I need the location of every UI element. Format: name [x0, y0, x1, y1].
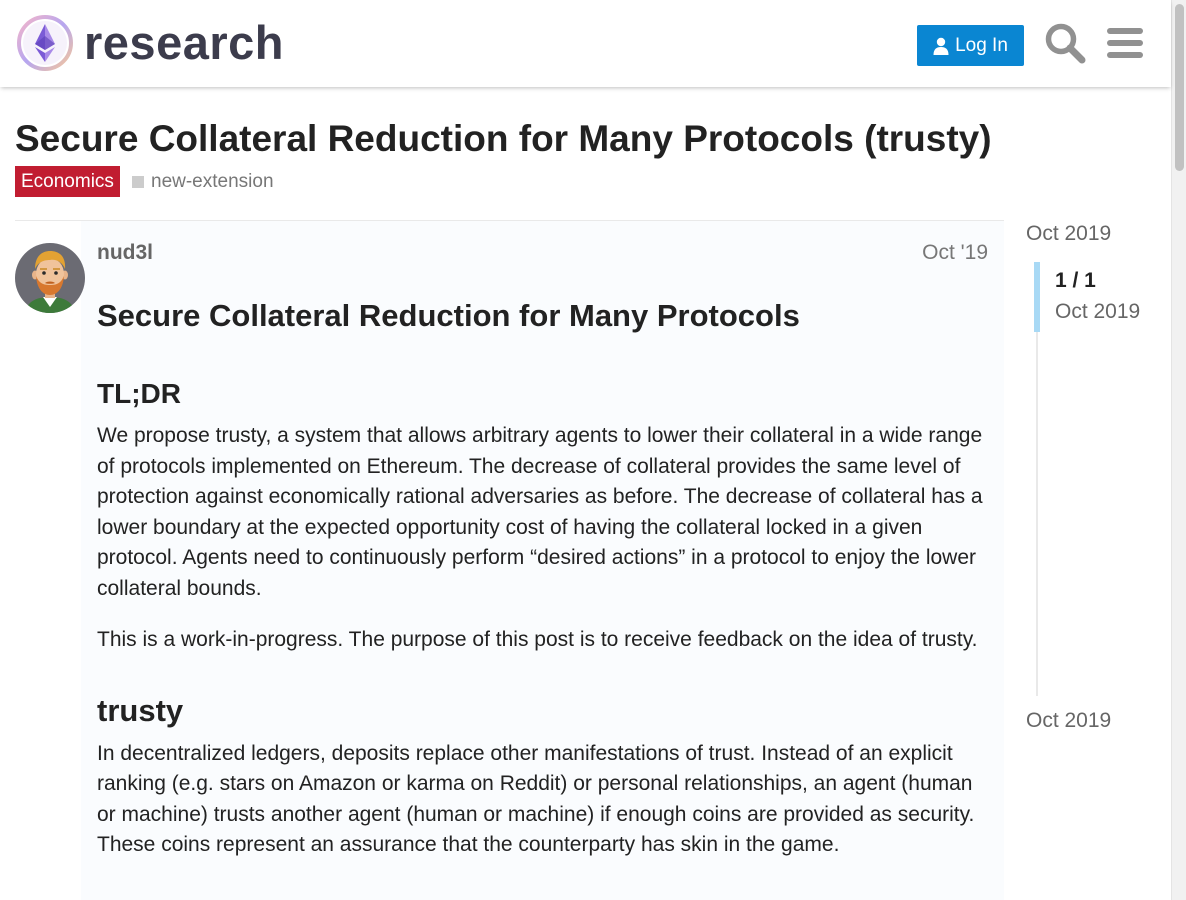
search-icon[interactable] — [1044, 22, 1086, 64]
hamburger-menu-icon[interactable] — [1106, 24, 1144, 62]
post-paragraph-3: In decentralized ledgers, deposits repla… — [97, 741, 975, 857]
site-logo-text[interactable]: research — [84, 14, 284, 72]
category-badge[interactable]: Economics — [15, 166, 120, 197]
user-avatar[interactable] — [15, 243, 85, 313]
page-scrollbar[interactable] — [1171, 0, 1186, 900]
login-button[interactable]: Log In — [917, 25, 1024, 66]
timeline-end-date[interactable]: Oct 2019 — [1026, 709, 1111, 733]
topic-title[interactable]: Secure Collateral Reduction for Many Pro… — [15, 118, 992, 160]
timeline-post-position: 1 / 1 — [1055, 269, 1096, 292]
ethereum-logo-icon[interactable] — [16, 14, 74, 72]
section-heading-trusty: trusty — [97, 692, 184, 728]
user-icon — [933, 37, 949, 55]
timeline-start-date[interactable]: Oct 2019 — [1026, 222, 1111, 246]
timeline-position-date: Oct 2019 — [1055, 300, 1141, 323]
section-heading-tldr: TL;DR — [97, 378, 181, 409]
tag-new-extension[interactable]: new-extension — [132, 166, 274, 197]
post-paragraph-2: This is a work-in-progress. The purpose … — [97, 628, 978, 651]
timeline-scroll-handle[interactable] — [1034, 262, 1040, 332]
tag-square-icon — [132, 175, 144, 188]
post-body: Secure Collateral Reduction for Many Pro… — [97, 295, 992, 861]
login-button-label: Log In — [955, 34, 1008, 56]
post-heading: Secure Collateral Reduction for Many Pro… — [97, 298, 800, 333]
scrollbar-thumb[interactable] — [1175, 4, 1184, 171]
post-paragraph-1: We propose trusty, a system that allows … — [97, 424, 983, 600]
tag-label: new-extension — [151, 170, 274, 192]
post-date[interactable]: Oct '19 — [900, 241, 988, 265]
post-username[interactable]: nud3l — [97, 241, 153, 265]
site-header: research Log In — [0, 0, 1171, 87]
